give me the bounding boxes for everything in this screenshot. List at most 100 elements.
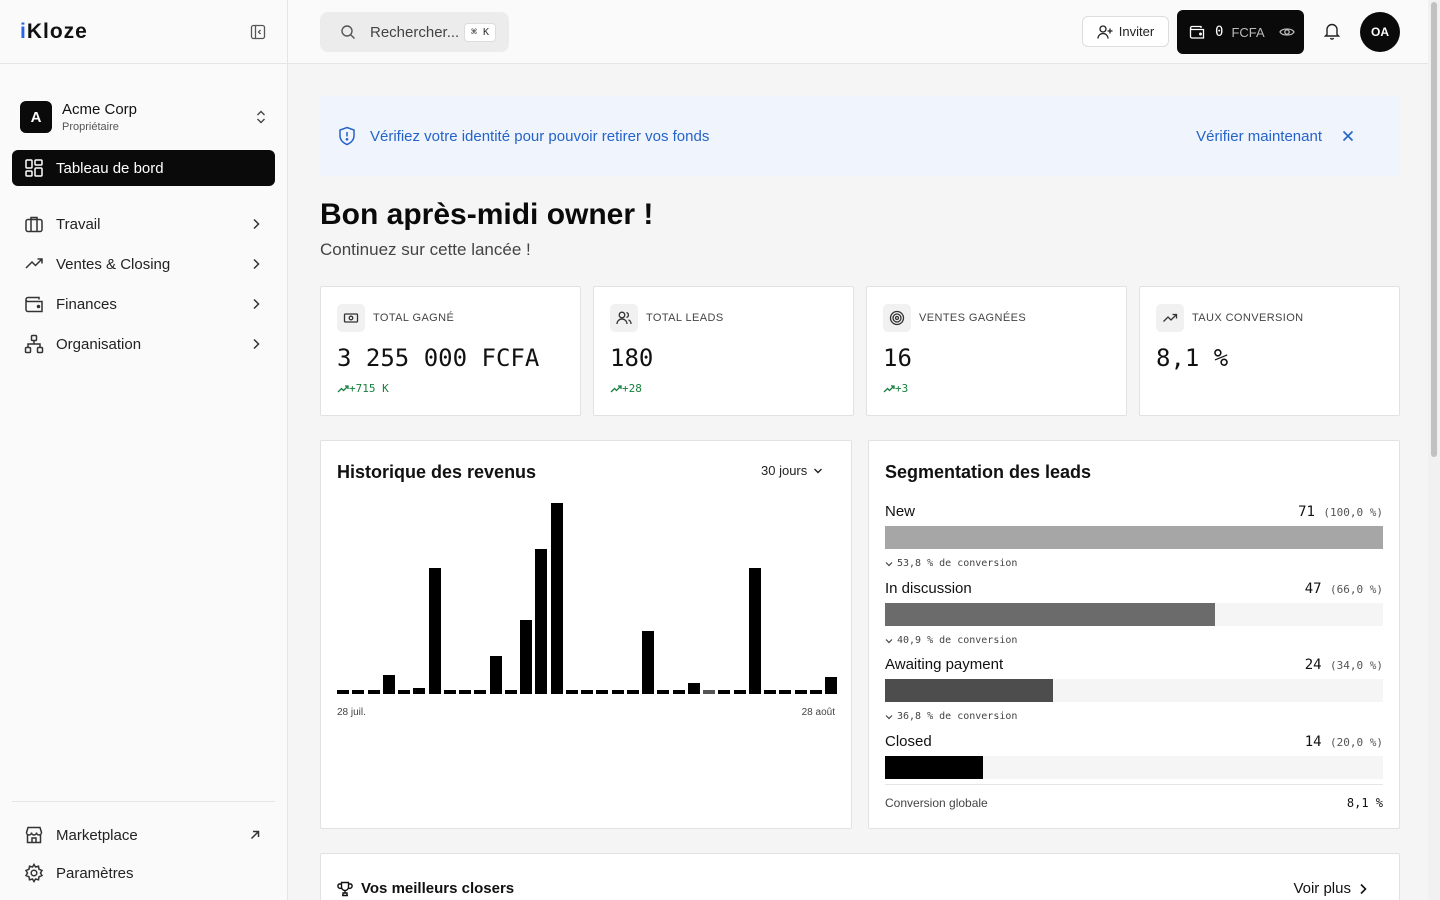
org-role: Propriétaire [62, 121, 119, 133]
x-axis-end-label: 28 août [801, 707, 835, 718]
revenue-bar[interactable] [581, 690, 593, 694]
global-conversion-value: 8,1 % [1346, 796, 1383, 810]
page-title: Bon après-midi owner ! [320, 198, 654, 231]
revenue-bar[interactable] [642, 631, 654, 694]
gear-icon [24, 863, 44, 883]
revenue-bar[interactable] [383, 675, 395, 694]
sidebar-item-organisation[interactable]: Organisation [12, 324, 275, 364]
close-icon[interactable] [1342, 130, 1354, 142]
shield-alert-icon [339, 126, 355, 146]
revenue-title: Historique des revenus [337, 462, 537, 482]
segment-awaiting-payment[interactable]: Awaiting payment 24 (34,0 %) 36,8 % de co… [885, 656, 1383, 722]
revenue-bar[interactable] [825, 677, 837, 694]
sidebar-footer: Marketplace Paramètres [12, 816, 275, 892]
segment-conversion: 53,8 % de conversion [885, 558, 1383, 569]
revenue-bar[interactable] [352, 690, 364, 694]
revenue-bar[interactable] [337, 690, 349, 694]
user-plus-icon [1097, 24, 1113, 39]
scrollbar-thumb[interactable] [1431, 2, 1437, 457]
revenue-bar[interactable] [612, 690, 624, 694]
segment-bar [885, 526, 1383, 549]
chevron-down-icon [885, 561, 893, 566]
search-input[interactable] [370, 23, 464, 41]
revenue-bar[interactable] [688, 683, 700, 694]
see-more-link[interactable]: Voir plus [1293, 880, 1367, 897]
sidebar-item-parametres[interactable]: Paramètres [12, 854, 275, 892]
segment-bar [885, 756, 984, 779]
chevron-down-icon [885, 638, 893, 643]
app-logo[interactable]: iKloze [20, 20, 88, 44]
trophy-icon [337, 881, 353, 896]
segment-bar-track [885, 526, 1383, 549]
revenue-bar[interactable] [657, 690, 669, 694]
wallet-currency: FCFA [1231, 24, 1265, 40]
revenue-bar[interactable] [551, 503, 563, 694]
org-switcher[interactable]: A Acme Corp Propriétaire [0, 64, 287, 150]
external-link-icon [250, 830, 260, 840]
revenue-bar[interactable] [444, 690, 456, 694]
page-scrollbar[interactable] [1428, 0, 1440, 900]
revenue-bar[interactable] [505, 690, 517, 694]
topbar: ⌘ K Inviter 0 FCFA OA [288, 0, 1428, 64]
kpi-label: VENTES GAGNÉES [919, 312, 1027, 324]
sidebar-item-label: Ventes & Closing [56, 255, 171, 273]
org-avatar: A [20, 101, 52, 133]
revenue-bar[interactable] [490, 656, 502, 694]
revenue-bar[interactable] [566, 690, 578, 694]
kpi-delta: +3 [883, 382, 1110, 395]
kpi-card-ventes-gagnees: VENTES GAGNÉES 16 +3 [866, 286, 1127, 416]
revenue-bar[interactable] [368, 690, 380, 694]
revenue-bar[interactable] [596, 690, 608, 694]
revenue-bar[interactable] [535, 549, 547, 694]
sidebar-item-finances[interactable]: Finances [12, 284, 275, 324]
revenue-bar-chart [337, 501, 837, 694]
sidebar: iKloze A Acme Corp Propriétaire Tableau … [0, 0, 288, 900]
revenue-bar[interactable] [749, 568, 761, 694]
segment-in-discussion[interactable]: In discussion 47 (66,0 %) 40,9 % de conve… [885, 580, 1383, 646]
top-closers-title: Vos meilleurs closers [337, 880, 514, 897]
trending-up-icon [610, 384, 622, 392]
revenue-bar[interactable] [810, 690, 822, 694]
revenue-bar[interactable] [429, 568, 441, 694]
revenue-bar[interactable] [398, 690, 410, 694]
global-conversion-label: Conversion globale [885, 796, 988, 810]
user-avatar[interactable]: OA [1360, 12, 1400, 52]
segment-new[interactable]: New 71 (100,0 %) 53,8 % de conversion [885, 503, 1383, 569]
revenue-bar[interactable] [764, 690, 776, 694]
revenue-bar[interactable] [459, 690, 471, 694]
verify-now-link[interactable]: Vérifier maintenant [1196, 128, 1322, 145]
eye-icon[interactable] [1278, 24, 1295, 40]
kpi-delta: +715 K [337, 382, 564, 395]
wallet-icon [25, 296, 43, 313]
sidebar-divider [12, 801, 275, 802]
revenue-bar[interactable] [627, 690, 639, 694]
period-select[interactable]: 30 jours [761, 463, 823, 478]
sidebar-item-ventes[interactable]: Ventes & Closing [12, 244, 275, 284]
revenue-bar[interactable] [673, 690, 685, 694]
sidebar-collapse-icon[interactable] [249, 23, 267, 41]
invite-button[interactable]: Inviter [1082, 16, 1169, 47]
segment-name: Closed [885, 733, 932, 750]
wallet-balance-button[interactable]: 0 FCFA [1177, 10, 1304, 54]
segment-closed[interactable]: Closed 14 (20,0 %) [885, 733, 1383, 779]
revenue-bar[interactable] [474, 690, 486, 694]
sidebar-item-label: Tableau de bord [56, 159, 164, 177]
sidebar-item-marketplace[interactable]: Marketplace [12, 816, 275, 854]
segment-bar-track [885, 603, 1383, 626]
search-box[interactable]: ⌘ K [320, 12, 509, 52]
x-axis-start-label: 28 juil. [337, 707, 366, 718]
sidebar-item-dashboard[interactable]: Tableau de bord [12, 150, 275, 186]
revenue-bar[interactable] [779, 690, 791, 694]
kpi-label: TOTAL LEADS [646, 312, 724, 324]
revenue-bar[interactable] [703, 690, 715, 694]
trending-up-icon [25, 258, 43, 269]
revenue-bar[interactable] [520, 620, 532, 694]
revenue-bar[interactable] [734, 690, 746, 694]
bell-icon[interactable] [1324, 22, 1340, 40]
chevron-down-icon [814, 468, 823, 473]
top-closers-card: Vos meilleurs closers Voir plus [320, 853, 1400, 900]
revenue-bar[interactable] [413, 688, 425, 694]
sidebar-item-travail[interactable]: Travail [12, 204, 275, 244]
revenue-bar[interactable] [795, 690, 807, 694]
revenue-bar[interactable] [718, 690, 730, 694]
